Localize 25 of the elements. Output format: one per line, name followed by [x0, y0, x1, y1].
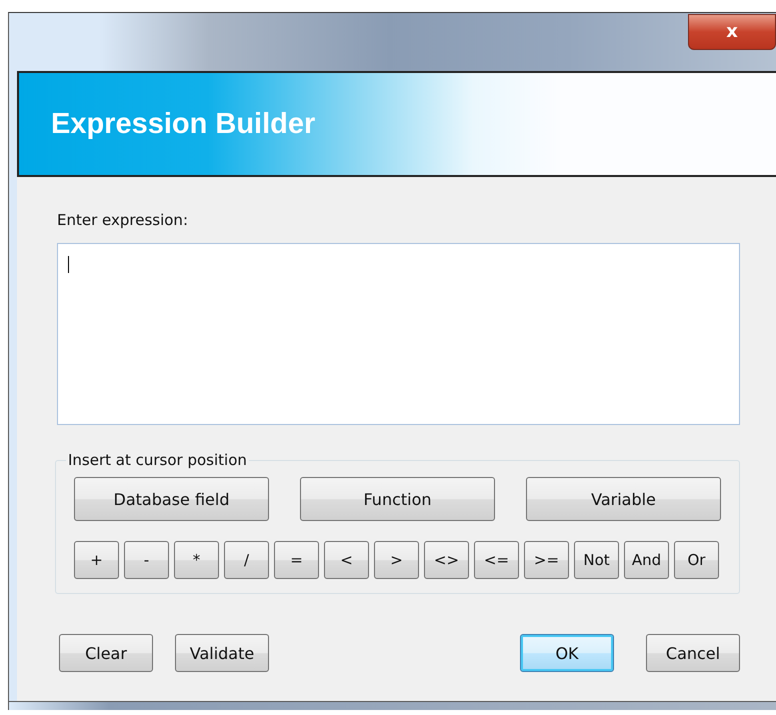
expression-label: Enter expression:: [57, 211, 189, 229]
operator-button[interactable]: And: [624, 541, 669, 579]
operator-button[interactable]: <>: [424, 541, 469, 579]
operator-button[interactable]: -: [124, 541, 169, 579]
action-button[interactable]: Cancel: [646, 634, 740, 672]
action-button[interactable]: OK: [520, 634, 614, 672]
insert-button[interactable]: Variable: [526, 477, 721, 521]
group-legend: Insert at cursor position: [66, 451, 249, 469]
operator-button[interactable]: Or: [674, 541, 719, 579]
insert-button[interactable]: Database field: [74, 477, 269, 521]
operator-button[interactable]: =: [274, 541, 319, 579]
operator-button[interactable]: +: [74, 541, 119, 579]
dialog-title: Expression Builder: [51, 108, 316, 140]
operator-button[interactable]: <: [324, 541, 369, 579]
operator-button[interactable]: >: [374, 541, 419, 579]
operator-button[interactable]: /: [224, 541, 269, 579]
operator-button[interactable]: *: [174, 541, 219, 579]
operator-button[interactable]: >=: [524, 541, 569, 579]
expression-field[interactable]: [57, 243, 740, 425]
operator-button[interactable]: <=: [474, 541, 519, 579]
operator-button[interactable]: Not: [574, 541, 619, 579]
close-button[interactable]: x: [688, 14, 776, 50]
action-button[interactable]: Clear: [59, 634, 153, 672]
insert-button[interactable]: Function: [300, 477, 495, 521]
action-button[interactable]: Validate: [175, 634, 269, 672]
